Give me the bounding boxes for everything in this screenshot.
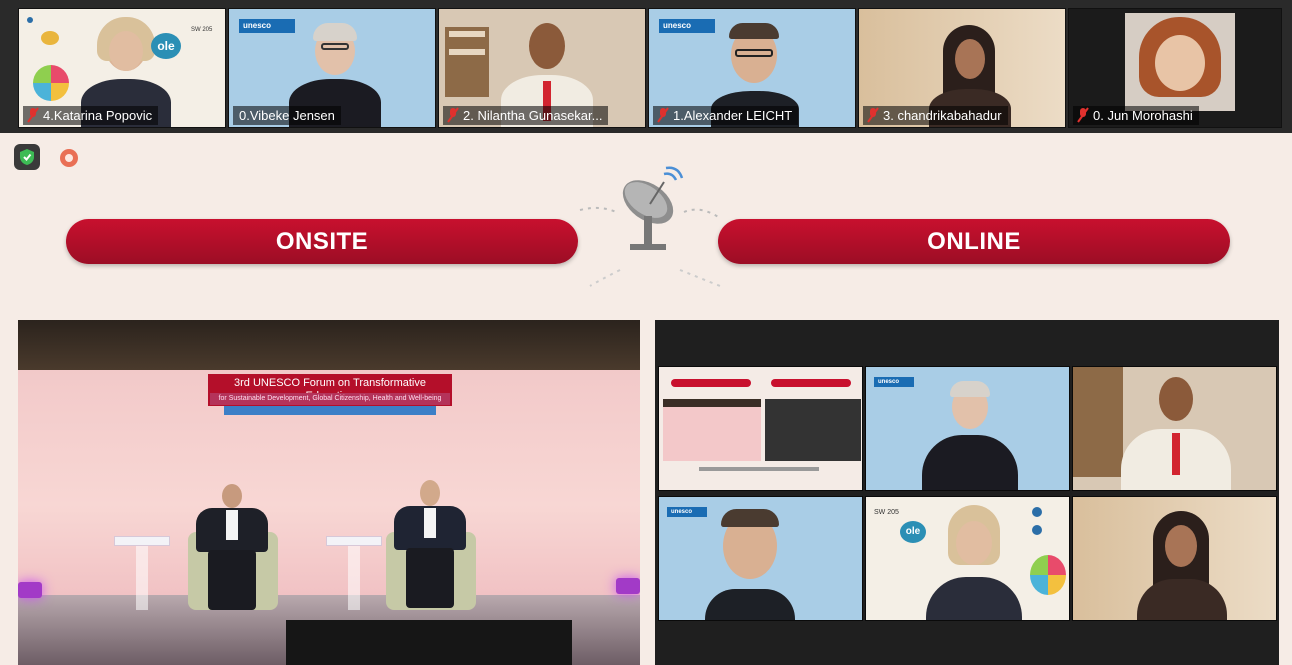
gallery-tile (658, 366, 863, 491)
ole-date: SW 205 (874, 509, 899, 516)
participant-name: 1.Alexander LEICHT (653, 106, 799, 125)
stage-ceiling (18, 320, 640, 370)
participant-tile[interactable]: unesco 0.Vibeke Jensen (228, 8, 436, 128)
stage-monitor (286, 620, 572, 665)
ole-logo: ole (151, 33, 181, 59)
microphone-muted-icon (27, 107, 39, 123)
unesco-logo: unesco (239, 19, 295, 33)
microphone-muted-icon (1077, 107, 1089, 123)
onsite-banner: ONSITE (66, 219, 578, 264)
podium (326, 536, 382, 614)
unesco-logo: unesco (659, 19, 715, 33)
participant-name: 2. Nilantha Gunasekar... (443, 106, 609, 125)
online-gallery-video[interactable]: unesco unesco SW 205 ole (655, 320, 1279, 665)
participant-tile[interactable]: 2. Nilantha Gunasekar... (438, 8, 646, 128)
forum-banner-strip (224, 406, 436, 415)
forum-subtitle: for Sustainable Development, Global Citi… (210, 393, 450, 405)
participant-name: 0.Vibeke Jensen (233, 106, 341, 125)
participant-name: 4.Katarina Popovic (23, 106, 159, 125)
participant-name: 3. chandrikabahadur (863, 106, 1008, 125)
onsite-stage-video[interactable]: 3rd UNESCO Forum on Transformative Educa… (18, 320, 640, 665)
microphone-muted-icon (447, 107, 459, 123)
satellite-dish-icon (579, 166, 721, 287)
stage-light (18, 582, 42, 598)
stage-light (616, 578, 640, 594)
ole-logo: ole (900, 521, 926, 543)
microphone-muted-icon (657, 107, 669, 123)
gallery-tile: unesco (658, 496, 863, 621)
recording-icon[interactable] (60, 149, 78, 167)
gallery-tile: unesco (865, 366, 1070, 491)
participant-name: 0. Jun Morohashi (1073, 106, 1199, 125)
microphone-muted-icon (867, 107, 879, 123)
online-banner: ONLINE (718, 219, 1230, 264)
gallery-tile: SW 205 ole (865, 496, 1070, 621)
gallery-tile (1072, 366, 1277, 491)
unesco-logo: unesco (667, 507, 707, 517)
participant-tile[interactable]: unesco 1.Alexander LEICHT (648, 8, 856, 128)
ole-date: SW 205 (191, 27, 213, 33)
unesco-logo: unesco (874, 377, 914, 387)
participant-tile[interactable]: 3. chandrikabahadur (858, 8, 1066, 128)
participant-strip: ole SW 205 4.Katarina Popovic unesco 0.V… (0, 0, 1292, 133)
participant-tile[interactable]: ole SW 205 4.Katarina Popovic (18, 8, 226, 128)
gallery-tile (1072, 496, 1277, 621)
participant-tile[interactable]: 0. Jun Morohashi (1068, 8, 1282, 128)
security-shield-icon[interactable] (14, 144, 40, 170)
podium (114, 536, 170, 614)
